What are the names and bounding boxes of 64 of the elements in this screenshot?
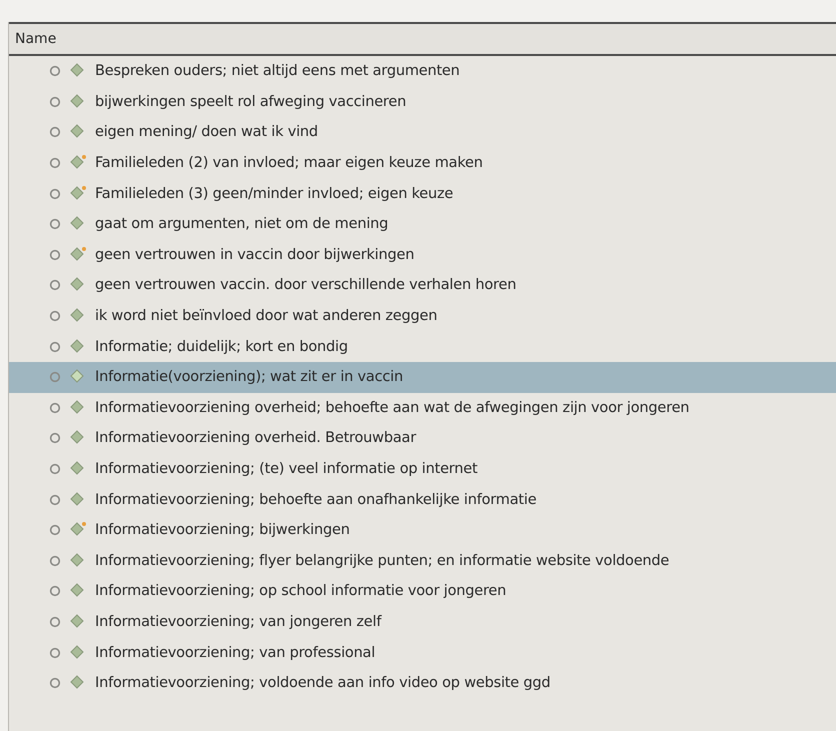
circle-icon xyxy=(49,524,61,536)
row-label: eigen mening/ doen wat ik vind xyxy=(95,124,318,140)
circle-icon xyxy=(49,554,61,567)
row-label: Informatievoorziening; op school informatie voor jongeren xyxy=(95,583,506,600)
row-label: Familieleden (2) van invloed; maar eigen keuze maken xyxy=(95,155,483,172)
list-row[interactable]: Informatievoorziening overheid; behoefte aan wat de afwegingen zijn voor jongeren xyxy=(9,392,836,424)
circle-icon xyxy=(49,188,61,200)
circle-icon xyxy=(49,432,61,444)
list-row[interactable]: Informatievoorziening; van jongeren zelf xyxy=(9,606,836,638)
row-label: geen vertrouwen in vaccin door bijwerkingen xyxy=(95,246,414,263)
row-label: geen vertrouwen vaccin. door verschillende verhalen horen xyxy=(95,277,516,294)
row-label: Informatievoorziening; van jongeren zelf xyxy=(95,614,382,630)
list-row[interactable]: Informatievoorziening; bijwerkingen xyxy=(9,514,836,546)
list-row[interactable]: Informatievoorziening overheid. Betrouwbaar xyxy=(9,423,836,454)
row-label: Informatievoorziening; behoefte aan onafhankelijke informatie xyxy=(95,492,536,508)
row-label: Familieleden (3) geen/minder invloed; eigen keuze xyxy=(95,186,454,202)
list-row[interactable]: Informatievoorziening; behoefte aan onafhankelijke informatie xyxy=(9,484,836,515)
row-label: Informatie(voorziening); wat zit er in vaccin xyxy=(95,369,403,386)
circle-icon xyxy=(49,616,61,628)
list-row[interactable]: gaat om argumenten, niet om de mening xyxy=(9,208,836,240)
list-row[interactable]: bijwerkingen speelt rol afweging vaccineren xyxy=(9,86,836,118)
list-row[interactable]: Informatie(voorziening); wat zit er in vaccin xyxy=(9,362,836,393)
circle-icon xyxy=(49,371,61,384)
row-label: Informatievoorziening; voldoende aan info video op website ggd xyxy=(95,675,550,692)
circle-icon xyxy=(49,65,61,78)
circle-icon xyxy=(49,279,61,292)
list-row[interactable]: geen vertrouwen vaccin. door verschillende verhalen horen xyxy=(9,270,836,301)
row-label: ik word niet beïnvloed door wat anderen zeggen xyxy=(95,308,438,324)
circle-icon xyxy=(49,463,61,476)
circle-icon xyxy=(49,248,61,261)
list-row[interactable]: Informatievoorziening; (te) veel informatie op internet xyxy=(9,454,836,484)
circle-icon xyxy=(49,157,61,170)
list-row[interactable]: Familieleden (2) van invloed; maar eigen keuze maken xyxy=(9,148,836,178)
list-row[interactable]: Familieleden (3) geen/minder invloed; eigen keuze xyxy=(9,178,836,209)
list-row[interactable]: ik word niet beïnvloed door wat anderen zeggen xyxy=(9,300,836,332)
row-label: bijwerkingen speelt rol afweging vaccineren xyxy=(95,94,406,110)
row-label: Informatie; duidelijk; kort en bondig xyxy=(95,338,348,355)
row-label: gaat om argumenten, niet om de mening xyxy=(95,216,388,232)
circle-icon xyxy=(49,126,61,138)
circle-icon xyxy=(49,677,61,690)
circle-icon xyxy=(49,96,61,108)
list-row[interactable]: Bespreken ouders; niet altijd eens met argumenten xyxy=(9,56,836,87)
list-row[interactable]: eigen mening/ doen wat ik vind xyxy=(9,117,836,148)
circle-icon xyxy=(49,646,61,659)
circle-icon xyxy=(49,218,61,230)
row-label: Informatievoorziening; bijwerkingen xyxy=(95,522,350,538)
row-label: Informatievoorziening; van professional xyxy=(95,644,376,661)
list-row[interactable]: Informatievoorziening; voldoende aan info video op website ggd xyxy=(9,668,836,698)
circle-icon xyxy=(49,402,61,414)
row-label: Informatievoorziening overheid. Betrouwbaar xyxy=(95,430,416,446)
circle-icon xyxy=(49,340,61,353)
list-row[interactable]: Informatie; duidelijk; kort en bondig xyxy=(9,331,836,362)
row-label: Bespreken ouders; niet altijd eens met argumenten xyxy=(95,63,460,80)
circle-icon xyxy=(49,585,61,598)
list-row[interactable]: Informatievoorziening; van professional xyxy=(9,637,836,668)
list-row[interactable]: Informatievoorziening; op school informatie voor jongeren xyxy=(9,576,836,607)
list-row[interactable]: geen vertrouwen in vaccin door bijwerkingen xyxy=(9,240,836,270)
column-header[interactable]: Name xyxy=(9,22,836,56)
circle-icon xyxy=(49,310,61,322)
row-label: Informatievoorziening; (te) veel informatie op internet xyxy=(95,461,478,478)
circle-icon xyxy=(49,494,61,506)
list-row[interactable]: Informatievoorziening; flyer belangrijke punten; en informatie website voldoende xyxy=(9,546,836,576)
row-label: Informatievoorziening; flyer belangrijke punten; en informatie website voldoende xyxy=(95,552,670,569)
row-label: Informatievoorziening overheid; behoefte aan wat de afwegingen zijn voor jongeren xyxy=(95,400,690,416)
